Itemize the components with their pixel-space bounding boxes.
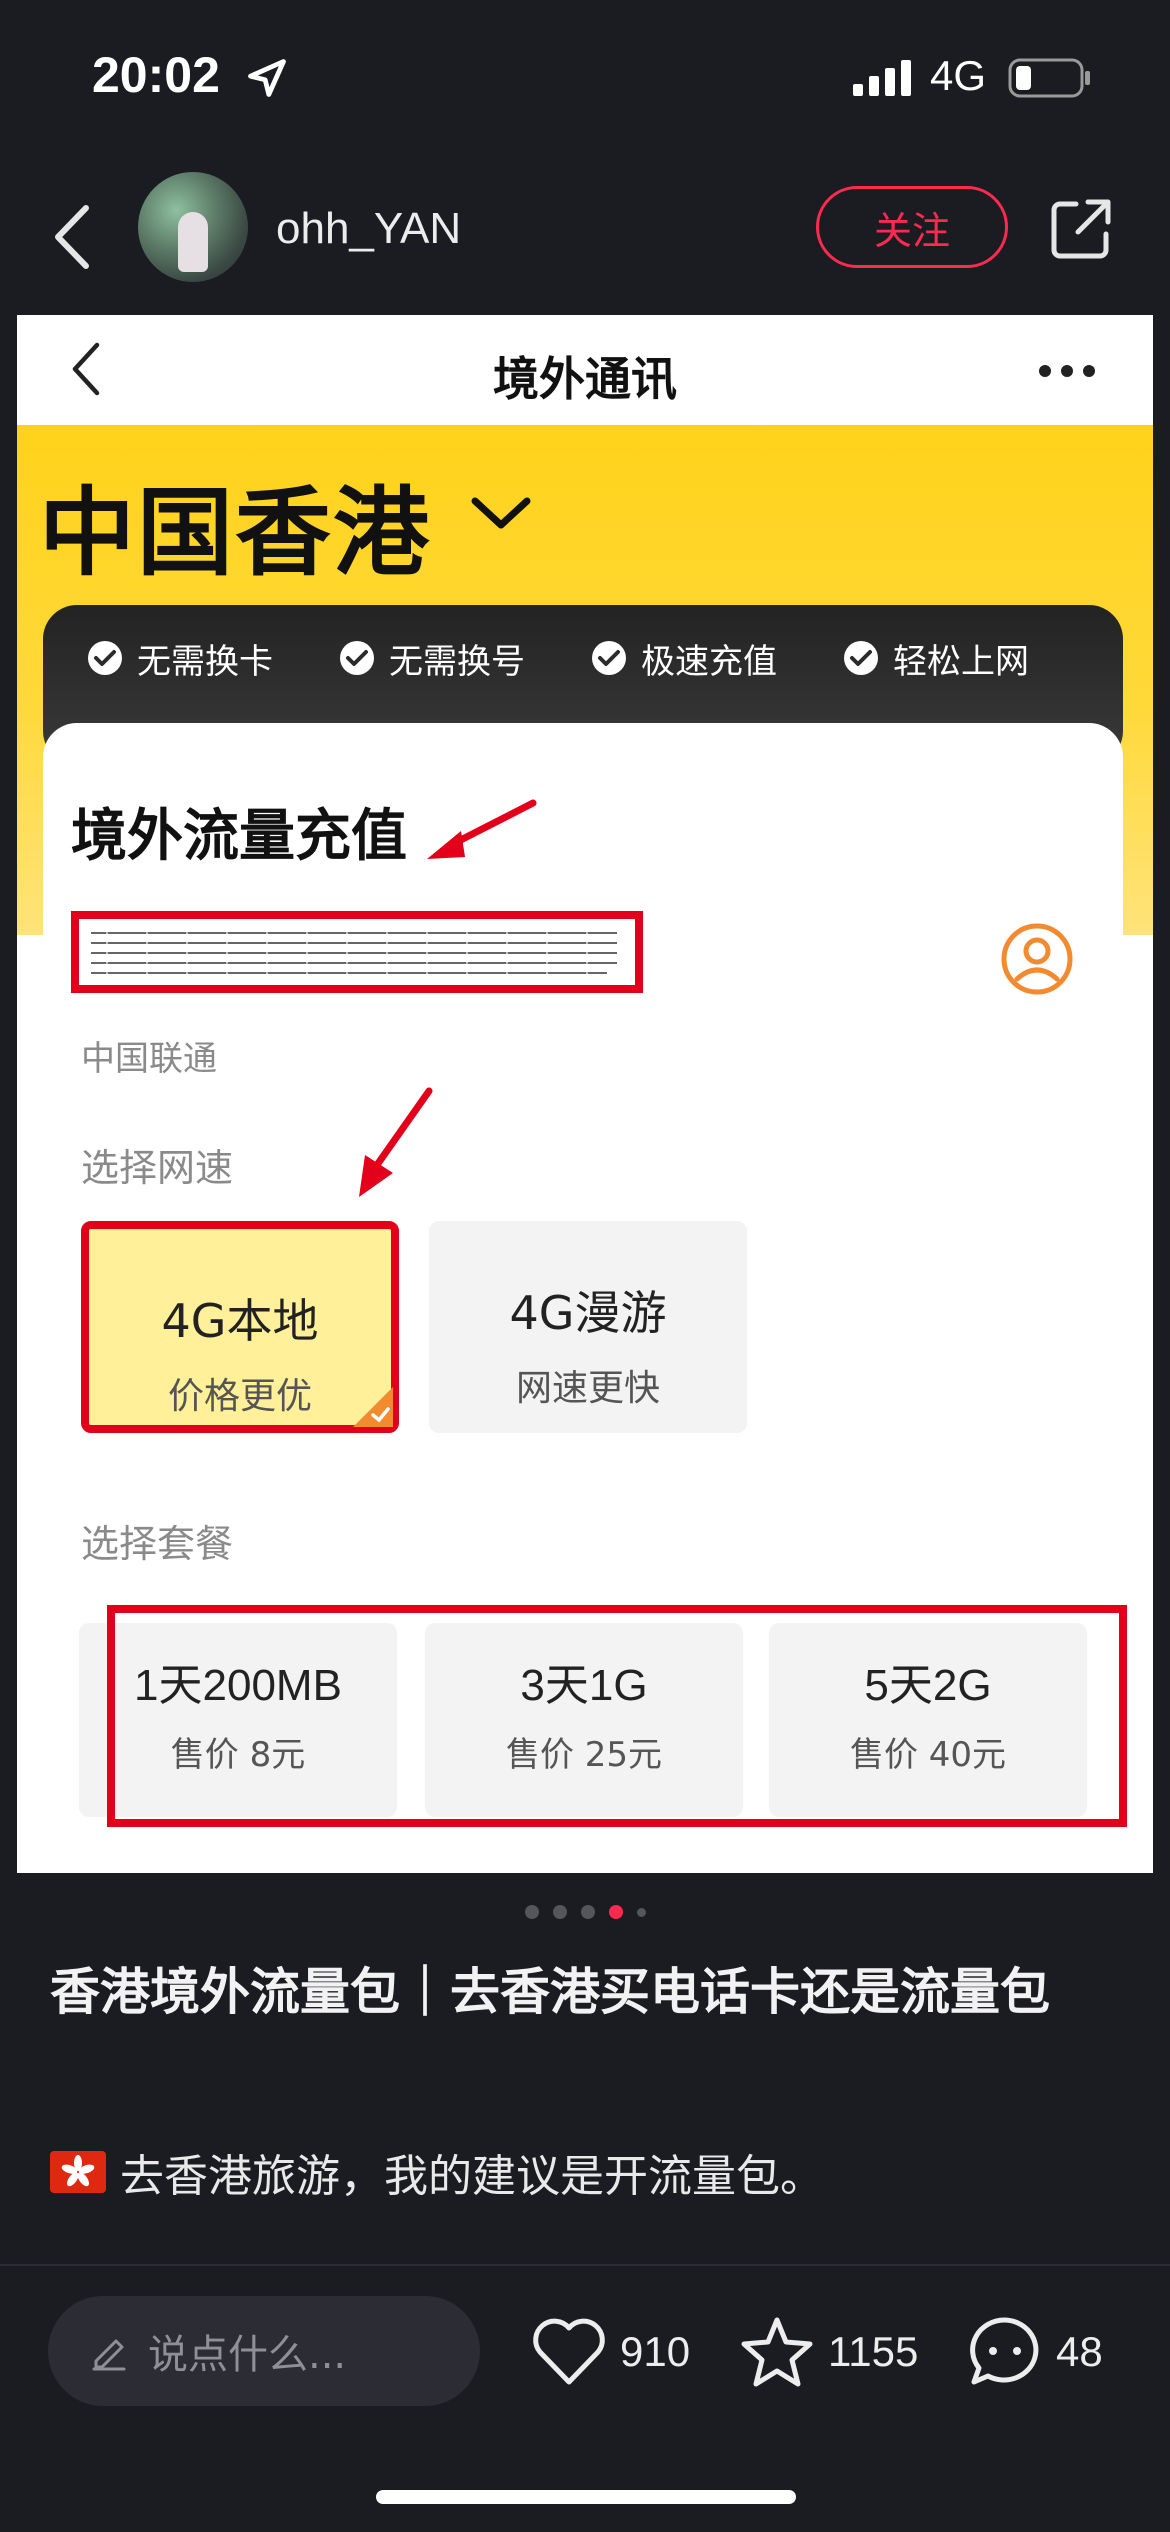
comment-input[interactable]: 说点什么... xyxy=(48,2296,480,2406)
check-circle-icon xyxy=(844,641,878,675)
bottom-divider xyxy=(0,2264,1170,2266)
selected-check-icon xyxy=(353,1387,393,1427)
speed-section-label: 选择网速 xyxy=(81,1146,234,1190)
post-body-text: 去香港旅游，我的建议是开流量包。 xyxy=(120,2151,824,2202)
feature-label: 极速充值 xyxy=(641,641,777,682)
comment-placeholder: 说点什么... xyxy=(148,2332,347,2378)
feature-label: 无需换号 xyxy=(389,641,525,682)
region-title: 中国香港 xyxy=(39,477,431,589)
speed-option-title: 4G漫游 xyxy=(509,1286,667,1340)
speed-option-4g-roaming[interactable]: 4G漫游 网速更快 xyxy=(429,1221,747,1433)
carousel-dot xyxy=(636,1908,646,1917)
check-circle-icon xyxy=(88,641,122,675)
hong-kong-flag-icon xyxy=(50,2151,106,2193)
check-circle-icon xyxy=(592,641,626,675)
feature-item: 极速充值 xyxy=(591,633,777,683)
post-body: 去香港旅游，我的建议是开流量包。 xyxy=(50,2140,1130,2204)
redacted-phone-number xyxy=(71,911,643,993)
speed-option-subtitle: 价格更优 xyxy=(167,1376,312,1417)
home-indicator[interactable] xyxy=(376,2490,796,2504)
carousel-dot xyxy=(608,1905,623,1919)
more-dots-icon xyxy=(1039,365,1095,377)
back-arrow-icon[interactable] xyxy=(50,202,94,272)
author-avatar[interactable] xyxy=(138,172,248,282)
feature-item: 轻松上网 xyxy=(843,633,1029,683)
inner-nav-title: 境外通讯 xyxy=(493,352,677,406)
avatar-figure xyxy=(178,212,208,272)
red-arrow-annotation xyxy=(359,1087,433,1197)
carousel-dots xyxy=(0,1905,1170,1925)
star-icon xyxy=(741,2317,813,2387)
follow-button[interactable]: 关注 xyxy=(816,186,1008,268)
post-title: 香港境外流量包｜去香港买电话卡还是流量包 xyxy=(50,1963,1050,2021)
status-bar: 20:02 4G xyxy=(0,0,1170,160)
pencil-icon xyxy=(92,2339,126,2371)
chevron-down-icon xyxy=(471,497,531,529)
battery-icon xyxy=(1008,58,1090,98)
speed-option-title: 4G本地 xyxy=(161,1294,319,1348)
carrier-label: 中国联通 xyxy=(81,1039,217,1079)
like-count: 910 xyxy=(620,2328,691,2375)
redaction-scribble xyxy=(91,928,617,978)
feature-item: 无需换号 xyxy=(339,633,525,683)
contact-person-icon xyxy=(1001,923,1073,995)
inner-nav-bar: 境外通讯 xyxy=(17,315,1153,425)
card-heading: 境外流量充值 xyxy=(71,804,407,869)
post-image[interactable]: 境外通讯 中国香港 无需换卡 无需换号 极速充值 轻松上网 境外流量充值 中国联… xyxy=(17,315,1153,1873)
cellular-signal-icon xyxy=(853,60,911,96)
carousel-dot xyxy=(580,1905,595,1919)
share-icon[interactable] xyxy=(1048,196,1114,262)
feature-label: 无需换卡 xyxy=(137,641,273,682)
carousel-dot xyxy=(552,1905,567,1919)
package-section-label: 选择套餐 xyxy=(81,1522,234,1566)
red-highlight-frame xyxy=(107,1605,1127,1827)
post-header: ohh_YAN 关注 xyxy=(0,160,1170,310)
red-arrow-annotation xyxy=(427,799,537,859)
check-circle-icon xyxy=(340,641,374,675)
favorite-count: 1155 xyxy=(828,2328,919,2375)
carousel-dot xyxy=(524,1905,539,1919)
comment-count: 48 xyxy=(1056,2328,1103,2375)
location-arrow-icon xyxy=(248,59,286,97)
speed-option-4g-local[interactable]: 4G本地 价格更优 xyxy=(81,1221,399,1433)
chat-bubble-icon xyxy=(970,2317,1039,2385)
speed-option-subtitle: 网速更快 xyxy=(515,1368,660,1409)
author-username[interactable]: ohh_YAN xyxy=(276,204,461,254)
comment-button[interactable]: 48 xyxy=(966,2312,1103,2392)
feature-item: 无需换卡 xyxy=(87,633,273,683)
feature-label: 轻松上网 xyxy=(893,641,1029,682)
heart-icon xyxy=(533,2318,605,2385)
favorite-button[interactable]: 1155 xyxy=(738,2312,918,2392)
network-type-label: 4G xyxy=(930,52,987,99)
status-time: 20:02 xyxy=(92,47,220,103)
like-button[interactable]: 910 xyxy=(530,2312,690,2392)
